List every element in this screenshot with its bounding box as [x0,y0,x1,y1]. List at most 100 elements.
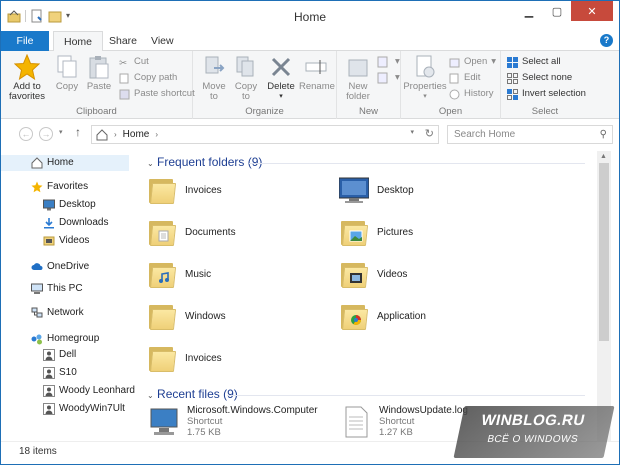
properties-button[interactable]: Properties ▾ [403,54,447,102]
recent-file-name: WindowsUpdate.log [379,405,468,416]
folder-tile-invoices[interactable]: Invoices [147,343,222,373]
tab-view[interactable]: View [141,31,184,51]
log-file-icon [341,405,371,439]
maximize-icon[interactable]: ▢ [543,1,571,21]
tab-share[interactable]: Share [99,31,147,51]
easy-access-icon[interactable]: ▾ [377,71,400,85]
copy-path-icon [119,73,130,84]
delete-button[interactable]: Delete ▾ [265,54,297,102]
recent-files-title: Recent files (9) [157,387,238,401]
vertical-scrollbar[interactable]: ▲ [597,151,611,441]
address-location[interactable]: Home [123,129,150,140]
paste-shortcut-button[interactable]: Paste shortcut [119,87,195,101]
cut-label: Cut [134,56,149,67]
folder-tile-invoices[interactable]: Invoices [147,175,222,205]
folder-tile-desktop[interactable]: Desktop [338,175,414,205]
nav-item-label: Desktop [59,199,96,210]
select-none-button[interactable]: Select none [507,71,572,85]
nav-item-label: S10 [59,367,77,378]
back-icon[interactable]: ← [19,127,33,141]
search-input[interactable]: Search Home ⚲ [447,125,613,144]
new-folder-button[interactable]: New folder [341,54,375,102]
edit-button[interactable]: Edit [449,71,480,85]
close-icon[interactable]: ✕ [571,1,613,21]
nav-item-homegroup[interactable]: Homegroup [1,331,99,347]
nav-item-s10[interactable]: S10 [1,365,77,381]
folder-tile-label: Music [185,268,212,280]
folder-tile-label: Invoices [185,352,222,364]
add-to-favorites-button[interactable]: Add to favorites [7,53,47,102]
address-box[interactable]: › Home › ▾ ↻ [91,125,439,144]
invert-selection-label: Invert selection [522,88,586,99]
address-dropdown-icon[interactable]: ▾ [410,128,414,136]
user-icon [43,367,55,379]
folder-tile-windows[interactable]: Windows [147,301,226,331]
folder-tile-label: Documents [185,226,236,238]
collapse-chevron-icon[interactable]: ⌄ [147,159,154,168]
select-all-button[interactable]: Select all [507,55,561,69]
folder-tile-label: Windows [185,310,226,322]
invert-selection-button[interactable]: Invert selection [507,87,586,101]
new-item-icon[interactable]: ▾ [377,55,400,69]
computer-icon [31,283,43,295]
folder-icon [147,175,177,205]
nav-item-label: Favorites [47,181,89,192]
nav-item-woodywin7ult[interactable]: WoodyWin7Ult [1,401,125,417]
up-icon[interactable]: ↑ [75,125,81,139]
recent-file-item[interactable]: Microsoft.Windows.Computer Shortcut 1.75… [149,405,318,439]
nav-item-downloads[interactable]: Downloads [1,215,108,231]
nav-item-network[interactable]: Network [1,305,84,321]
cut-button[interactable]: ✂ Cut [119,55,149,69]
forward-icon[interactable]: → [39,127,53,141]
folder-tile-music[interactable]: Music [147,259,211,289]
paste-button[interactable]: Paste [85,54,113,92]
nav-item-dell[interactable]: Dell [1,347,76,363]
rename-button[interactable]: Rename [299,54,335,92]
minimize-icon[interactable]: ▁ [515,1,543,21]
nav-item-label: Videos [59,235,90,246]
refresh-icon[interactable]: ↻ [425,127,434,140]
nav-item-favorites[interactable]: Favorites [1,179,88,195]
nav-item-woody-leonhard[interactable]: Woody Leonhard [1,383,135,399]
recent-file-item[interactable]: WindowsUpdate.log Shortcut 1.27 KB [341,405,468,439]
tab-file[interactable]: File [1,31,49,51]
scroll-up-icon[interactable]: ▲ [600,153,607,160]
pictures-folder-icon [339,217,369,247]
recent-files-header[interactable]: ⌄ Recent files (9) [147,387,238,401]
recent-locations-icon[interactable]: ▾ [59,128,63,136]
navigation-pane: Home Favorites Desktop Downloads Videos OneDr… [1,151,135,441]
breadcrumb-chevron-icon[interactable]: › [155,130,158,139]
organize-group: Move to Copy to Delete ▾ Rename Organize [193,51,337,119]
downloads-icon [43,217,55,229]
copy-path-button[interactable]: Copy path [119,71,177,85]
frequent-folders-header[interactable]: ⌄ Frequent folders (9) [147,155,262,169]
user-icon [43,385,55,397]
folder-tile-videos[interactable]: Videos [339,259,407,289]
history-button[interactable]: History [449,87,494,101]
folder-tile-application[interactable]: Application [339,301,426,331]
nav-item-this-pc[interactable]: This PC [1,281,83,297]
invert-selection-icon [507,88,518,100]
address-bar-row: ← → ▾ ↑ › Home › ▾ ↻ Search Home ⚲ [1,119,619,149]
content-pane: ⌄ Frequent folders (9) Invoices Desktop Do… [133,151,595,441]
nav-item-home[interactable]: Home [1,155,129,171]
help-icon[interactable]: ? [600,34,613,47]
copy-to-button[interactable]: Copy to [231,54,261,102]
star-icon [13,53,41,81]
music-folder-icon [147,259,177,289]
move-to-button[interactable]: Move to [199,54,229,102]
scrollbar-thumb[interactable] [599,163,609,341]
copy-to-icon [233,54,259,80]
tab-home[interactable]: Home [53,31,104,52]
folder-tile-documents[interactable]: Documents [147,217,236,247]
open-group-label: Open [438,106,463,117]
organize-group-label: Organize [245,106,284,117]
folder-tile-pictures[interactable]: Pictures [339,217,413,247]
nav-item-onedrive[interactable]: OneDrive [1,259,89,275]
collapse-chevron-icon[interactable]: ⌄ [147,391,154,400]
nav-item-videos[interactable]: Videos [1,233,89,249]
copy-button[interactable]: Copy [53,54,81,92]
nav-item-desktop[interactable]: Desktop [1,197,96,213]
title-bar: ▾ Home ▁ ▢ ✕ [1,1,619,31]
open-button[interactable]: Open ▾ [449,55,496,69]
